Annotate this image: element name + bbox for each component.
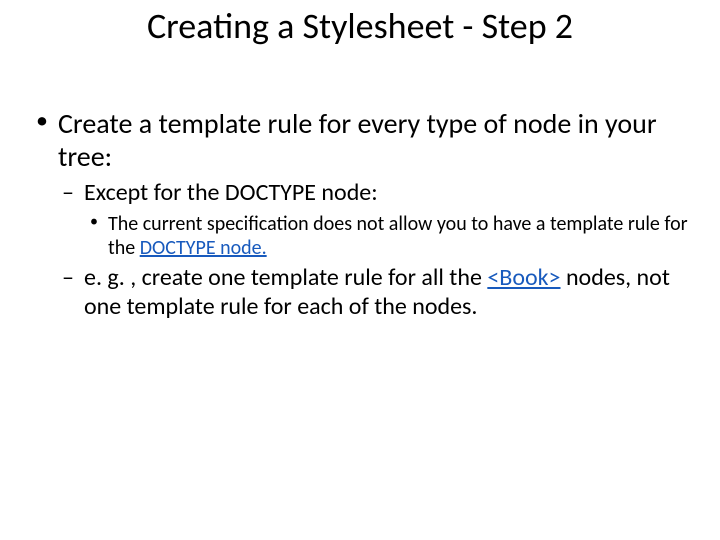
list-item: Create a template rule for every type of… [30, 107, 690, 321]
slide: Creating a Stylesheet - Step 2 Create a … [0, 0, 720, 540]
bullet-list-level3: The current specification does not allow… [84, 212, 690, 260]
bullet-text: Except for the DOCTYPE node: [84, 178, 378, 207]
list-item: The current specification does not allow… [84, 212, 690, 260]
page-title: Creating a Stylesheet - Step 2 [0, 0, 720, 47]
list-item: e. g. , create one template rule for all… [58, 264, 690, 322]
list-item: Except for the DOCTYPE node: The current… [58, 179, 690, 260]
bullet-list-level1: Create a template rule for every type of… [30, 107, 690, 321]
bullet-text: Create a template rule for every type of… [58, 106, 657, 174]
doctype-link[interactable]: DOCTYPE node. [140, 236, 267, 260]
bullet-list-level2: Except for the DOCTYPE node: The current… [58, 179, 690, 321]
bullet-text-part: e. g. , create one template rule for all… [84, 263, 487, 292]
slide-body: Create a template rule for every type of… [0, 47, 720, 321]
book-link[interactable]: <Book> [487, 263, 560, 292]
